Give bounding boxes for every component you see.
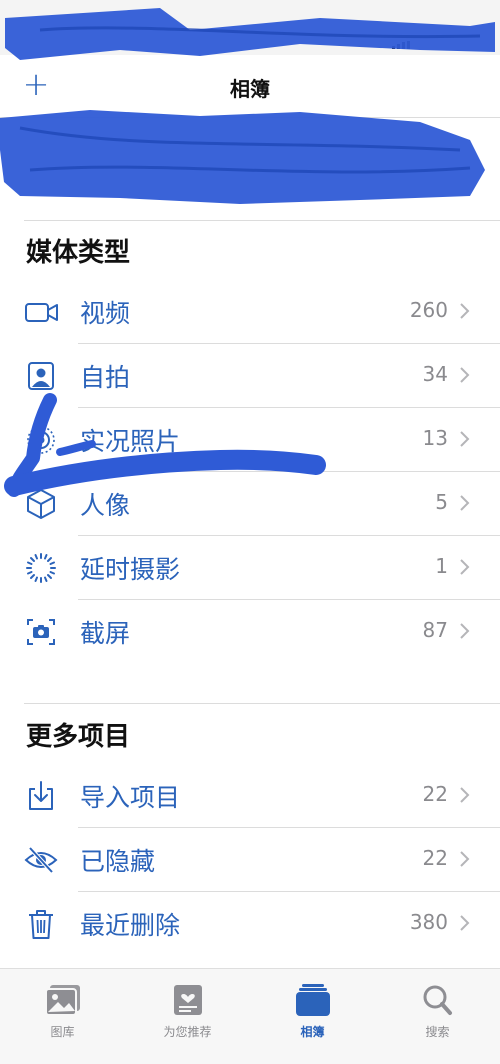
row-label: 延时摄影 [80,555,181,584]
row-count: 380 [409,910,448,934]
tab-label: 图库 [50,1025,75,1039]
timelapse-icon [26,553,56,583]
chevron-right-icon [460,431,470,447]
trash-icon [29,910,53,939]
screenshot-icon [27,619,55,645]
row-count: 260 [409,298,448,322]
row-count: 13 [422,426,448,450]
search-icon [423,985,452,1015]
tab-for-you[interactable]: 为您推荐 [125,983,250,1053]
chevron-right-icon [460,623,470,639]
row-videos[interactable]: 视频 260 [0,280,500,344]
row-selfies[interactable]: 自拍 34 [0,344,500,408]
row-count: 87 [422,618,448,642]
row-label: 最近删除 [80,911,181,940]
chevron-right-icon [460,303,470,319]
row-count: 5 [435,490,448,514]
selfie-icon [28,362,54,390]
tab-bar: 图库 为您推荐 相簿 搜索 [0,968,500,1064]
cellular-signal-icon [392,30,414,49]
for-you-icon [173,985,202,1015]
row-count: 22 [422,846,448,870]
chevron-right-icon [460,787,470,803]
albums-icon [295,984,330,1016]
row-label: 自拍 [80,363,131,392]
row-label: 实况照片 [80,427,181,456]
chevron-right-icon [460,851,470,867]
row-label: 人像 [80,491,131,520]
chevron-right-icon [460,559,470,575]
library-icon [44,985,80,1016]
navigation-bar: + 相簿 [0,55,500,117]
row-portraits[interactable]: 人像 5 [0,472,500,536]
status-bar [0,0,500,55]
chevron-right-icon [460,367,470,383]
row-live-photos[interactable]: 实况照片 13 [0,408,500,472]
row-label: 导入项目 [80,783,181,812]
nav-divider [0,117,500,118]
portrait-cube-icon [27,489,55,519]
row-recently-deleted[interactable]: 最近删除 380 [0,892,500,956]
row-screenshots[interactable]: 截屏 87 [0,600,500,664]
chevron-right-icon [460,495,470,511]
row-count: 22 [422,782,448,806]
section-header-more-items: 更多项目 [26,722,131,752]
row-count: 1 [435,554,448,578]
tab-search[interactable]: 搜索 [375,983,500,1053]
row-label: 截屏 [80,619,131,648]
tab-library[interactable]: 图库 [0,983,125,1053]
albums-divider [24,220,500,221]
row-imports[interactable]: 导入项目 22 [0,764,500,828]
video-icon [25,303,58,322]
row-label: 已隐藏 [80,847,156,876]
row-hidden[interactable]: 已隐藏 22 [0,828,500,892]
tab-label: 搜索 [425,1025,450,1039]
tab-label: 为您推荐 [163,1025,212,1039]
tab-albums[interactable]: 相簿 [250,983,375,1053]
live-photo-icon [27,426,55,454]
section-divider [24,703,500,704]
tab-label: 相簿 [300,1025,325,1039]
chevron-right-icon [460,915,470,931]
row-timelapse[interactable]: 延时摄影 1 [0,536,500,600]
page-title: 相簿 [230,77,270,101]
row-label: 视频 [80,299,131,328]
import-icon [29,781,53,810]
section-header-media-types: 媒体类型 [26,238,131,268]
hidden-eye-icon [24,846,58,874]
row-count: 34 [422,362,448,386]
